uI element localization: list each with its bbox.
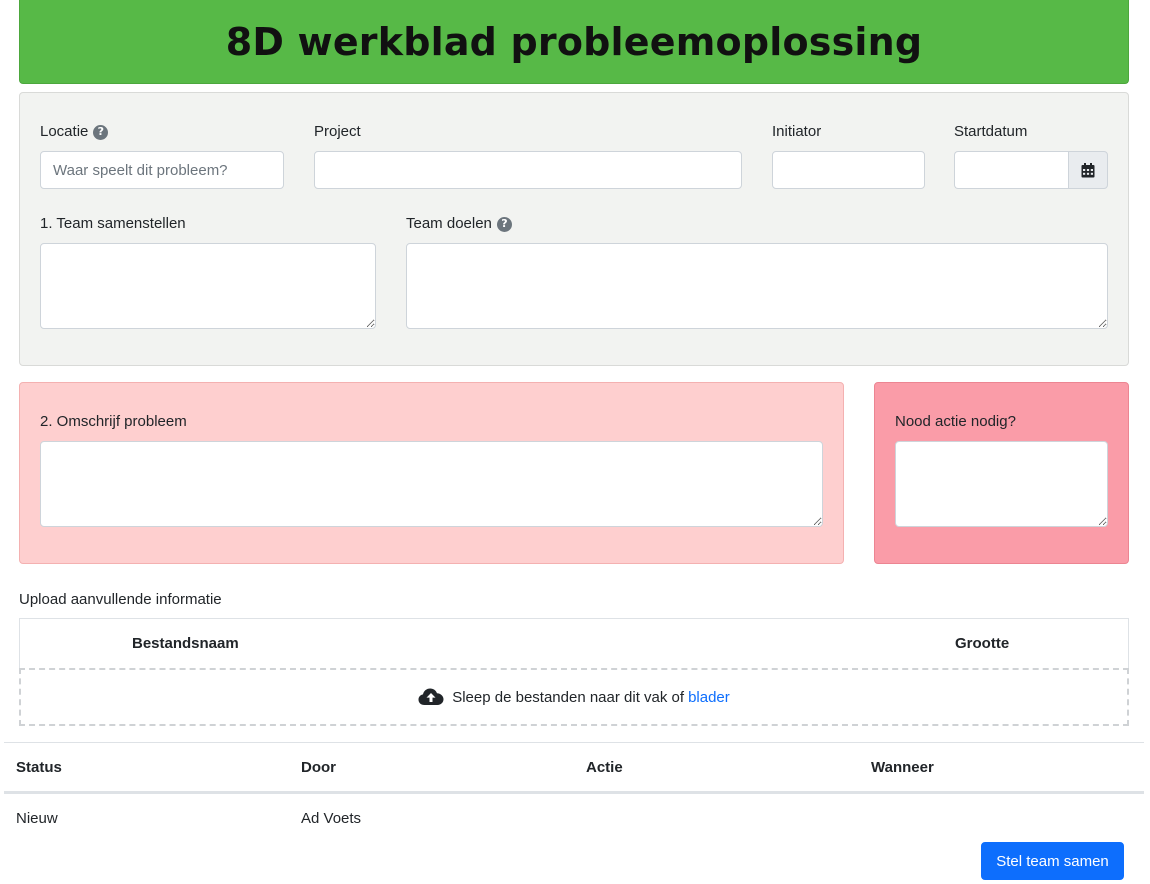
nood-actie-textarea[interactable] bbox=[895, 441, 1108, 527]
cloud-upload-icon bbox=[418, 688, 444, 705]
column-actie: Actie bbox=[586, 759, 623, 776]
calendar-icon bbox=[1081, 162, 1095, 177]
question-circle-icon[interactable]: ? bbox=[496, 216, 512, 232]
table-header-border bbox=[4, 791, 1144, 794]
table-top-border bbox=[4, 742, 1144, 743]
team-samenstellen-label: 1. Team samenstellen bbox=[40, 215, 186, 232]
column-grootte: Grootte bbox=[955, 635, 1010, 652]
cell-door: Ad Voets bbox=[301, 810, 362, 827]
team-doelen-textarea[interactable] bbox=[406, 243, 1108, 329]
locatie-input[interactable] bbox=[40, 151, 284, 189]
initiator-input[interactable] bbox=[772, 151, 925, 189]
startdatum-label: Startdatum bbox=[954, 123, 1028, 140]
project-label: Project bbox=[314, 123, 361, 140]
initiator-label: Initiator bbox=[772, 123, 822, 140]
cell-status: Nieuw bbox=[16, 810, 58, 827]
omschrijf-probleem-textarea[interactable] bbox=[40, 441, 823, 527]
page-header: 8D werkblad probleemoplossing bbox=[19, 0, 1129, 84]
browse-link[interactable]: blader bbox=[688, 689, 730, 706]
team-doelen-label: Team doelen ? bbox=[406, 214, 512, 234]
team-samenstellen-textarea[interactable] bbox=[40, 243, 376, 329]
question-circle-icon[interactable]: ? bbox=[93, 124, 109, 140]
column-bestandsnaam: Bestandsnaam bbox=[132, 635, 239, 652]
table-row: Nieuw Ad Voets bbox=[0, 800, 1150, 838]
column-wanneer: Wanneer bbox=[871, 759, 934, 776]
locatie-label-text: Locatie bbox=[40, 123, 89, 140]
file-dropzone[interactable]: Sleep de bestanden naar dit vak of blade… bbox=[19, 668, 1129, 726]
stel-team-samen-button[interactable]: Stel team samen bbox=[981, 842, 1124, 880]
page-title: 8D werkblad probleemoplossing bbox=[225, 19, 923, 64]
team-doelen-label-text: Team doelen bbox=[406, 215, 492, 232]
dropzone-text: Sleep de bestanden naar dit vak of bbox=[452, 688, 685, 706]
locatie-label: Locatie ? bbox=[40, 122, 109, 142]
column-status: Status bbox=[16, 759, 62, 776]
startdatum-input[interactable] bbox=[954, 151, 1069, 189]
column-door: Door bbox=[301, 759, 336, 776]
date-picker-button[interactable] bbox=[1068, 151, 1108, 189]
project-input[interactable] bbox=[314, 151, 742, 189]
nood-actie-label: Nood actie nodig? bbox=[895, 413, 1016, 430]
upload-title: Upload aanvullende informatie bbox=[19, 591, 222, 608]
omschrijf-probleem-label: 2. Omschrijf probleem bbox=[40, 413, 187, 430]
